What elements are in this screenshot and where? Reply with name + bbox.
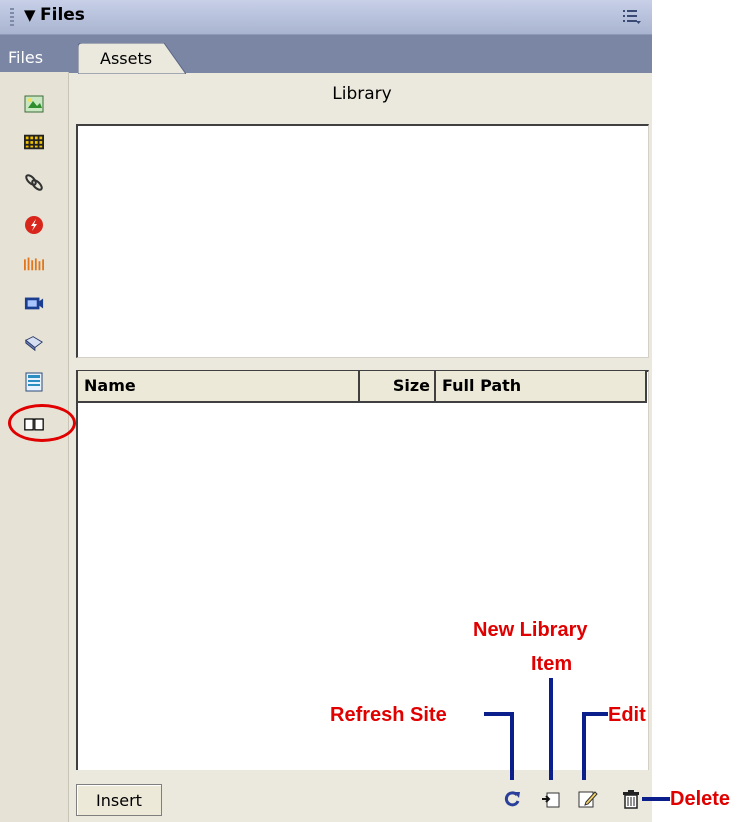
callout-edit: Edit [608, 704, 646, 726]
library-highlight-circle [8, 404, 76, 442]
insert-button[interactable]: Insert [76, 784, 162, 816]
templates-icon[interactable] [24, 372, 44, 392]
edit-leader-v [582, 712, 586, 780]
callout-new-library-item-line1: New Library [473, 619, 588, 641]
shockwave-icon[interactable] [24, 253, 44, 273]
panel-grip-handle[interactable] [10, 8, 14, 26]
callout-delete: Delete [670, 788, 731, 810]
callout-new-library-item-line2: Item [531, 653, 573, 675]
new-library-item-icon[interactable] [540, 788, 562, 810]
scripts-icon[interactable] [24, 333, 44, 353]
library-preview-pane [76, 124, 649, 358]
library-title: Library [332, 84, 392, 104]
column-header-name[interactable]: Name [78, 371, 360, 403]
delete-trash-icon[interactable] [620, 788, 642, 810]
asset-category-sidebar [0, 72, 69, 822]
images-icon[interactable] [24, 94, 44, 114]
callout-refresh-site: Refresh Site [330, 704, 447, 726]
tab-assets-label: Assets [100, 49, 153, 68]
colors-icon[interactable] [24, 132, 44, 152]
collapse-triangle-icon[interactable]: ▼ [24, 6, 36, 24]
urls-icon[interactable] [24, 172, 44, 192]
column-header-size[interactable]: Size [360, 371, 436, 403]
edit-icon[interactable] [577, 788, 599, 810]
new-item-leader [549, 678, 553, 780]
flash-icon[interactable] [24, 215, 44, 235]
refresh-leader-v [510, 712, 514, 780]
column-header-full-path[interactable]: Full Path [436, 371, 647, 403]
tab-files[interactable]: Files [8, 48, 43, 67]
panel-title: Files [40, 5, 85, 25]
delete-leader [642, 797, 670, 801]
panel-title-bar[interactable] [0, 0, 652, 35]
refresh-site-icon[interactable] [501, 788, 523, 810]
panel-options-menu-icon[interactable] [622, 8, 642, 26]
movies-icon[interactable] [24, 293, 44, 313]
